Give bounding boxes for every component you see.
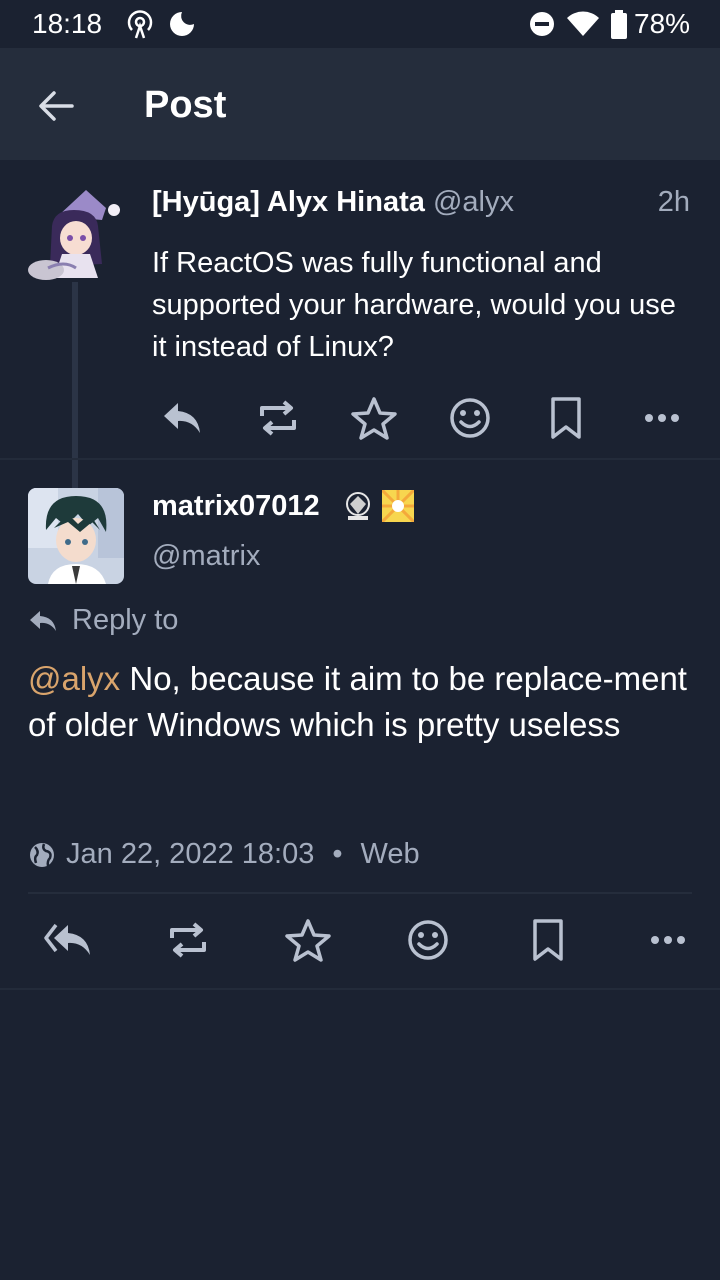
boost-button[interactable] — [164, 916, 212, 964]
post-source: Web — [360, 838, 420, 870]
post-date[interactable]: Jan 22, 2022 18:03 — [66, 838, 314, 871]
wifi-icon — [566, 10, 600, 43]
reply-button[interactable] — [158, 394, 206, 442]
bookmark-icon — [551, 397, 581, 439]
app-bar: Post — [0, 48, 720, 160]
divider — [28, 892, 692, 894]
star-icon — [351, 397, 397, 440]
post-text: @alyx No, because it aim to be replace-m… — [28, 656, 692, 748]
page-title: Post — [144, 84, 227, 126]
react-button[interactable] — [446, 394, 494, 442]
post-meta: Jan 22, 2022 18:03 • Web — [28, 838, 420, 871]
bookmark-button[interactable] — [542, 394, 590, 442]
repeat-icon — [170, 922, 206, 958]
smile-icon — [450, 398, 490, 438]
post-actions — [158, 394, 686, 442]
post-body: No, because it aim to be replace-ment of… — [28, 660, 687, 743]
reply-all-icon — [44, 923, 90, 955]
moon-icon — [168, 10, 196, 43]
meta-separator: • — [332, 838, 343, 870]
avatar[interactable] — [28, 488, 124, 584]
back-button[interactable] — [28, 78, 84, 134]
divider — [0, 988, 720, 990]
favourite-button[interactable] — [350, 394, 398, 442]
dnd-icon — [528, 10, 556, 43]
divider — [0, 458, 720, 460]
post-text: If ReactOS was fully functional and supp… — [152, 247, 676, 363]
display-name: [Hyūga] Alyx Hinata — [152, 186, 425, 218]
author-name[interactable]: matrix07012 — [152, 490, 320, 523]
reply-to-label: Reply to — [72, 604, 179, 636]
custom-emoji-badge — [380, 488, 416, 524]
reply-icon — [164, 403, 200, 433]
thread-line — [72, 282, 78, 492]
author-name[interactable]: [Hyūga] Alyx Hinata @alyx — [152, 186, 514, 219]
status-time: 18:18 — [32, 8, 103, 39]
repeat-icon — [260, 400, 296, 436]
more-horizontal-icon — [645, 414, 679, 422]
hotspot-icon — [124, 10, 156, 45]
reply-to-link[interactable]: Reply to — [28, 604, 178, 637]
author-handle: @alyx — [432, 186, 514, 218]
favourite-button[interactable] — [284, 916, 332, 964]
reply-all-button[interactable] — [44, 916, 92, 964]
bookmark-button[interactable] — [524, 916, 572, 964]
post-time: 2h — [657, 186, 690, 218]
mention-link[interactable]: @alyx — [28, 660, 120, 697]
arrow-left-icon — [39, 91, 74, 121]
battery-icon — [610, 10, 628, 45]
react-button[interactable] — [404, 916, 452, 964]
status-bar: 18:18 78% — [0, 0, 720, 48]
reply-icon — [30, 610, 56, 631]
custom-emoji-badge — [342, 490, 374, 522]
author-handle[interactable]: @matrix — [152, 540, 260, 573]
star-icon — [285, 919, 331, 962]
more-horizontal-icon — [651, 936, 685, 944]
battery-percent: 78% — [634, 8, 691, 39]
avatar[interactable] — [28, 186, 124, 282]
boost-button[interactable] — [254, 394, 302, 442]
smile-icon — [408, 920, 448, 960]
post-actions — [44, 916, 692, 964]
bookmark-icon — [533, 919, 563, 961]
more-button[interactable] — [638, 394, 686, 442]
more-button[interactable] — [644, 916, 692, 964]
globe-icon — [30, 842, 54, 867]
